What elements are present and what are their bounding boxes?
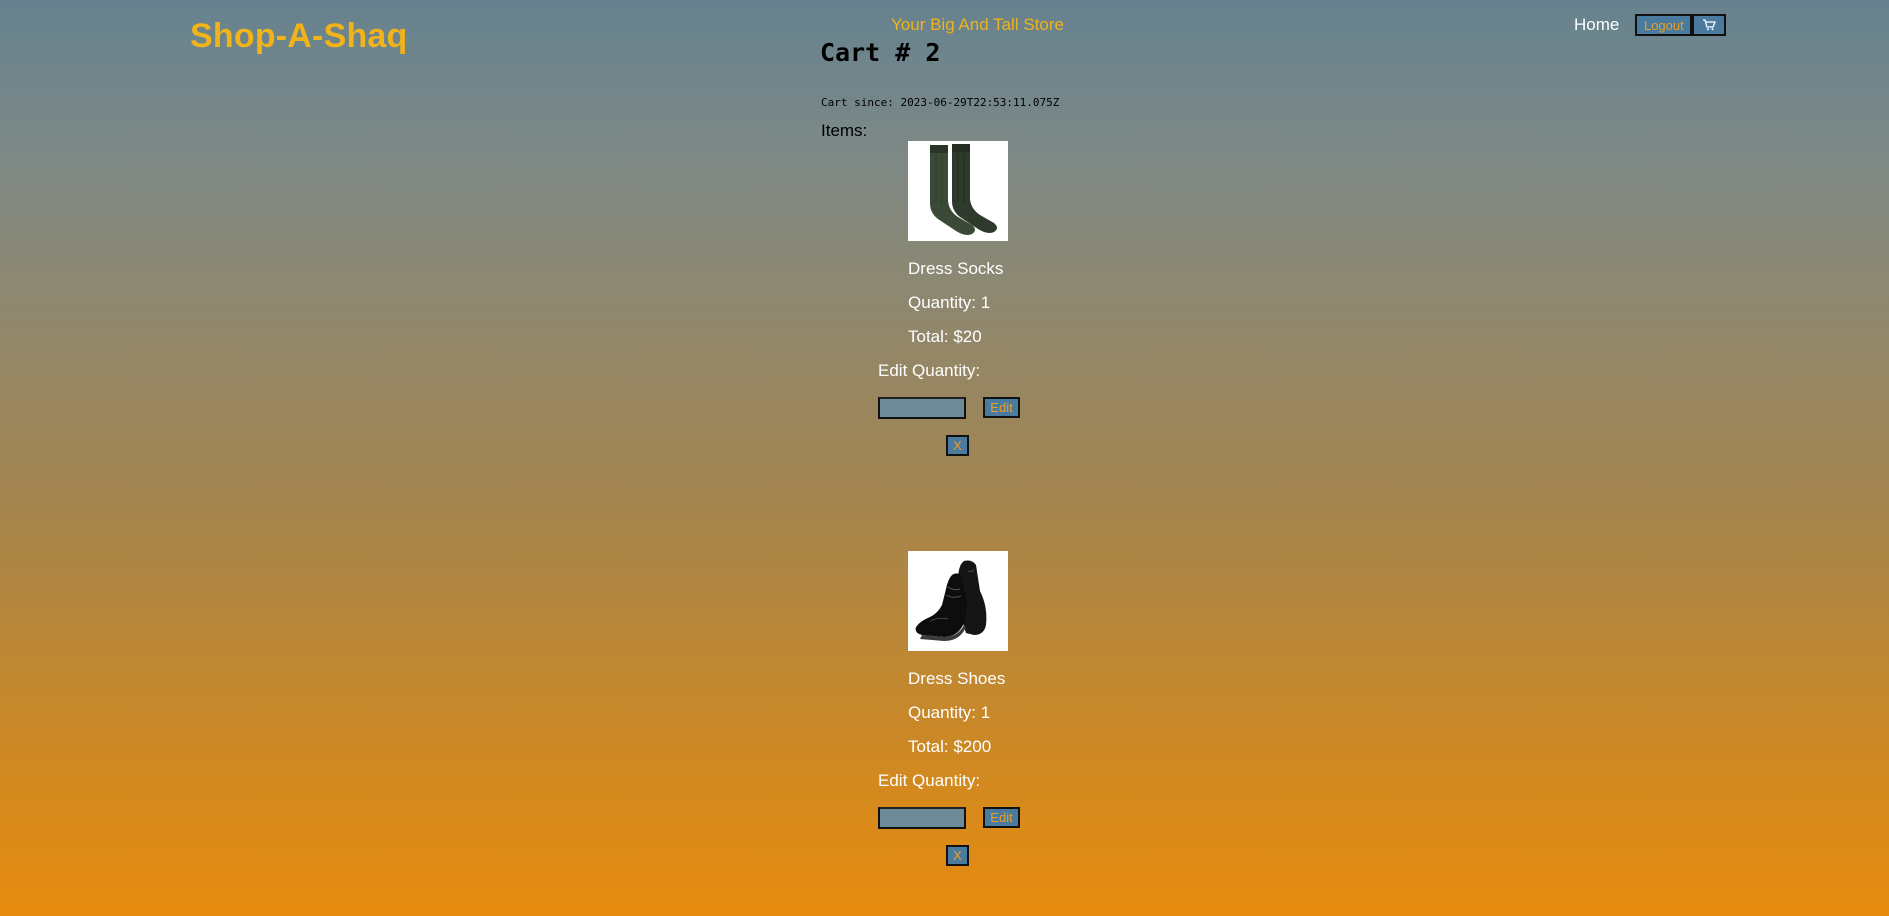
item-name: Dress Shoes — [908, 669, 1006, 688]
edit-quantity-label: Edit Quantity: — [878, 361, 981, 380]
quantity-input[interactable] — [878, 807, 966, 829]
logout-button[interactable]: Logout — [1635, 14, 1693, 36]
remove-item-button[interactable]: X — [946, 435, 969, 456]
cart-title: Cart # 2 — [820, 38, 941, 67]
dress-shoes-image — [908, 551, 1008, 651]
edit-quantity-label: Edit Quantity: — [878, 771, 981, 790]
quantity-input[interactable] — [878, 397, 966, 419]
edit-quantity-button[interactable]: Edit — [983, 807, 1020, 828]
cart-since-timestamp: Cart since: 2023-06-29T22:53:11.075Z — [821, 96, 1060, 109]
item-name: Dress Socks — [908, 259, 1004, 278]
item-quantity: Quantity: 1 — [908, 293, 991, 312]
dress-socks-image — [908, 141, 1008, 241]
remove-item-button[interactable]: X — [946, 845, 969, 866]
store-tagline: Your Big And Tall Store — [891, 15, 1064, 34]
shopping-cart-icon — [1703, 19, 1717, 31]
home-link[interactable]: Home — [1574, 15, 1619, 35]
items-label: Items: — [821, 121, 868, 140]
item-total: Total: $200 — [908, 737, 992, 756]
cart-button[interactable] — [1692, 14, 1727, 36]
item-quantity: Quantity: 1 — [908, 703, 991, 722]
top-nav: Home Logout — [1574, 14, 1727, 36]
item-total: Total: $20 — [908, 327, 982, 346]
edit-quantity-button[interactable]: Edit — [983, 397, 1020, 418]
brand-logo[interactable]: Shop-A-Shaq — [190, 17, 408, 56]
